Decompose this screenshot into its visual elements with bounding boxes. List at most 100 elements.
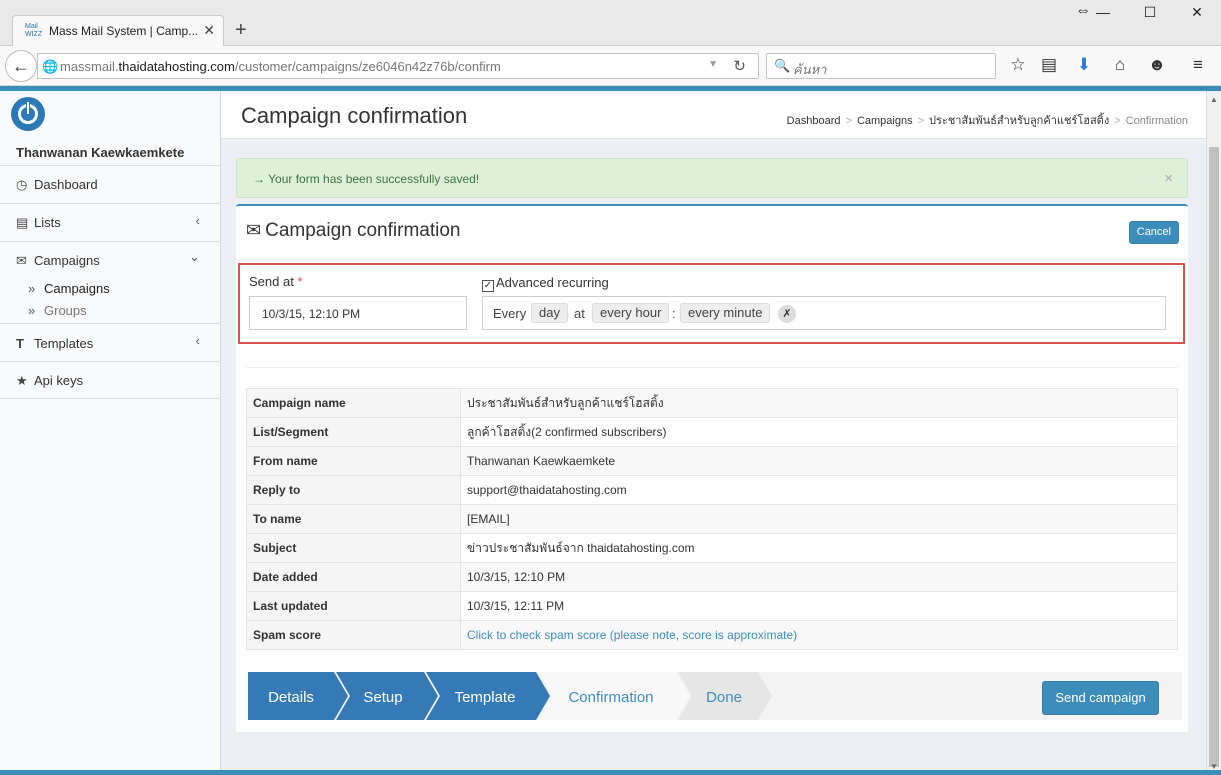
sidebar-subitem-campaigns[interactable]: » Campaigns [28, 281, 110, 296]
breadcrumb-campaign[interactable]: ประชาสัมพันธ์สำหรับลูกค้าแชร์โฮสติ้ง [929, 115, 1109, 127]
reading-list-icon[interactable]: ▤ [1037, 55, 1061, 75]
sidebar-subitem-groups[interactable]: » Groups [28, 303, 87, 318]
row-value: [EMAIL] [460, 504, 1178, 534]
bottom-accent-bar [0, 770, 1221, 775]
cron-period-select[interactable]: day [531, 303, 568, 323]
row-key: From name [246, 446, 461, 476]
home-icon[interactable]: ⌂ [1108, 55, 1132, 75]
chevron-down-icon: ⌄ [189, 249, 200, 264]
page-title: Campaign confirmation [241, 103, 468, 128]
sidebar-item-dashboard[interactable]: ◷ Dashboard [0, 165, 220, 203]
breadcrumb-current: Confirmation [1125, 115, 1188, 127]
url-dropdown-icon[interactable]: ▼ [708, 59, 718, 70]
breadcrumb-dashboard[interactable]: Dashboard [787, 115, 841, 127]
dashboard-icon: ◷ [16, 177, 28, 192]
wizard-step-label: Details [268, 689, 314, 706]
wizard-step-label: Setup [363, 689, 402, 706]
table-row: Reply to support@thaidatahosting.com [246, 475, 1178, 505]
wizard-step-label: Done [706, 689, 742, 706]
username: Thanwanan Kaewkaemkete [16, 145, 185, 160]
search-placeholder: ค้นหา [793, 62, 827, 77]
favicon-icon: Mail WIZZ [25, 23, 43, 38]
scrollbar-thumb[interactable] [1209, 147, 1219, 767]
cron-clear-icon[interactable]: ✗ [778, 305, 796, 323]
table-row: To name [EMAIL] [246, 504, 1178, 534]
sidebar-item-label: Api keys [34, 373, 84, 388]
search-icon: 🔍 [774, 58, 791, 73]
text-icon: T [16, 336, 24, 351]
row-key: Last updated [246, 591, 461, 621]
url-bar[interactable]: 🌐 massmail.thaidatahosting.com/customer/… [37, 53, 759, 79]
cron-colon-text: : [672, 306, 676, 321]
search-bar[interactable]: 🔍 ค้นหา [766, 53, 996, 79]
row-value: 10/3/15, 12:11 PM [460, 591, 1178, 621]
cancel-button[interactable]: Cancel [1128, 221, 1179, 244]
wizard-step-label: Confirmation [568, 689, 653, 706]
sidebar-item-campaigns[interactable]: ✉ Campaigns ⌄ » Campaigns » Groups [0, 241, 220, 325]
spam-score-link[interactable]: Click to check spam score (please note, … [467, 628, 797, 642]
minimize-button[interactable]: — [1088, 4, 1118, 20]
back-button[interactable]: ← [5, 50, 37, 82]
breadcrumb-campaigns[interactable]: Campaigns [857, 115, 913, 127]
sidebar-item-lists[interactable]: ▤ Lists ‹ [0, 203, 220, 241]
close-window-button[interactable]: ✕ [1182, 4, 1212, 21]
divider [246, 367, 1178, 368]
new-tab-button[interactable]: + [235, 19, 247, 42]
cron-minute-select[interactable]: every minute [680, 303, 771, 323]
table-row: Subject ข่าวประชาสัมพันธ์จาก thaidatahost… [246, 533, 1178, 563]
alert-message: → Your form has been successfully saved! [253, 172, 480, 186]
row-value: Thanwanan Kaewkaemkete [460, 446, 1178, 476]
table-row: From name Thanwanan Kaewkaemkete [246, 446, 1178, 476]
envelope-icon: ✉ [16, 253, 27, 268]
double-chevron-icon: » [28, 303, 36, 318]
advanced-recurring-label[interactable]: ✓ Advanced recurring [482, 275, 609, 292]
row-key: Date added [246, 562, 461, 592]
success-alert: → Your form has been successfully saved!… [236, 158, 1188, 198]
scroll-up-icon[interactable]: ▲ [1210, 95, 1218, 104]
sidebar: Thanwanan Kaewkaemkete ◷ Dashboard ▤ Lists… [0, 91, 221, 775]
row-value: 10/3/15, 12:10 PM [460, 562, 1178, 592]
cron-hour-select[interactable]: every hour [592, 303, 670, 323]
browser-titlebar: Mail WIZZ Mass Mail System | Camp... ✕ + … [0, 0, 1221, 48]
send-at-input[interactable]: 10/3/15, 12:10 PM [249, 296, 467, 330]
browser-tab[interactable]: Mail WIZZ Mass Mail System | Camp... ✕ [12, 15, 224, 48]
row-value: ประชาสัมพันธ์สำหรับลูกค้าแชร์โฮสติ้ง [460, 388, 1178, 418]
reload-icon[interactable]: ↻ [733, 57, 746, 75]
table-row: List/Segment ลูกค้าโฮสติ้ง(2 confirmed su… [246, 417, 1178, 447]
bookmark-star-icon[interactable]: ☆ [1006, 55, 1030, 75]
row-key: Subject [246, 533, 461, 563]
chevron-left-icon: ‹ [195, 213, 200, 228]
sidebar-item-label: Dashboard [34, 177, 98, 192]
sidebar-item-label: Templates [34, 336, 94, 351]
advanced-recurring-checkbox[interactable]: ✓ [482, 280, 494, 292]
send-at-label: Send at * [249, 274, 303, 289]
campaign-details-table: Campaign name ประชาสัมพันธ์สำหรับลูกค้าแช… [246, 388, 1178, 650]
url-text[interactable]: massmail.thaidatahosting.com/customer/ca… [60, 59, 501, 74]
sidebar-item-templates[interactable]: T Templates ‹ [0, 323, 220, 361]
row-value: ข่าวประชาสัมพันธ์จาก thaidatahosting.com [460, 533, 1178, 563]
app-logo-icon[interactable] [11, 97, 45, 131]
table-row: Last updated 10/3/15, 12:11 PM [246, 591, 1178, 621]
row-value: support@thaidatahosting.com [460, 475, 1178, 505]
scrollbar[interactable]: ▲ ▼ [1206, 91, 1221, 775]
menu-icon[interactable]: ≡ [1186, 55, 1210, 75]
row-key: Spam score [246, 620, 461, 650]
globe-icon: 🌐 [42, 59, 59, 74]
wizard-step-label: Template [455, 689, 516, 706]
page-header: Campaign confirmation Dashboard > Campaign… [221, 91, 1211, 139]
send-campaign-button[interactable]: Send campaign [1042, 681, 1159, 715]
sidebar-item-api-keys[interactable]: ★ Api keys [0, 361, 220, 399]
maximize-button[interactable]: ☐ [1135, 4, 1165, 21]
tab-close-icon[interactable]: ✕ [203, 22, 215, 39]
main-content: Campaign confirmation Dashboard > Campaign… [221, 91, 1221, 775]
cron-every-text: Every [493, 306, 527, 321]
table-row: Date added 10/3/15, 12:10 PM [246, 562, 1178, 592]
download-icon[interactable]: ⬇ [1072, 55, 1096, 75]
smiley-icon[interactable]: ☻ [1145, 55, 1169, 75]
browser-navbar: ← 🌐 massmail.thaidatahosting.com/custome… [0, 46, 1221, 86]
alert-close-icon[interactable]: × [1164, 170, 1173, 187]
cron-at-text: at [574, 306, 585, 321]
box-header: ✉ Campaign confirmation Cancel [236, 206, 1188, 260]
double-chevron-icon: » [28, 281, 36, 296]
list-icon: ▤ [16, 215, 29, 230]
